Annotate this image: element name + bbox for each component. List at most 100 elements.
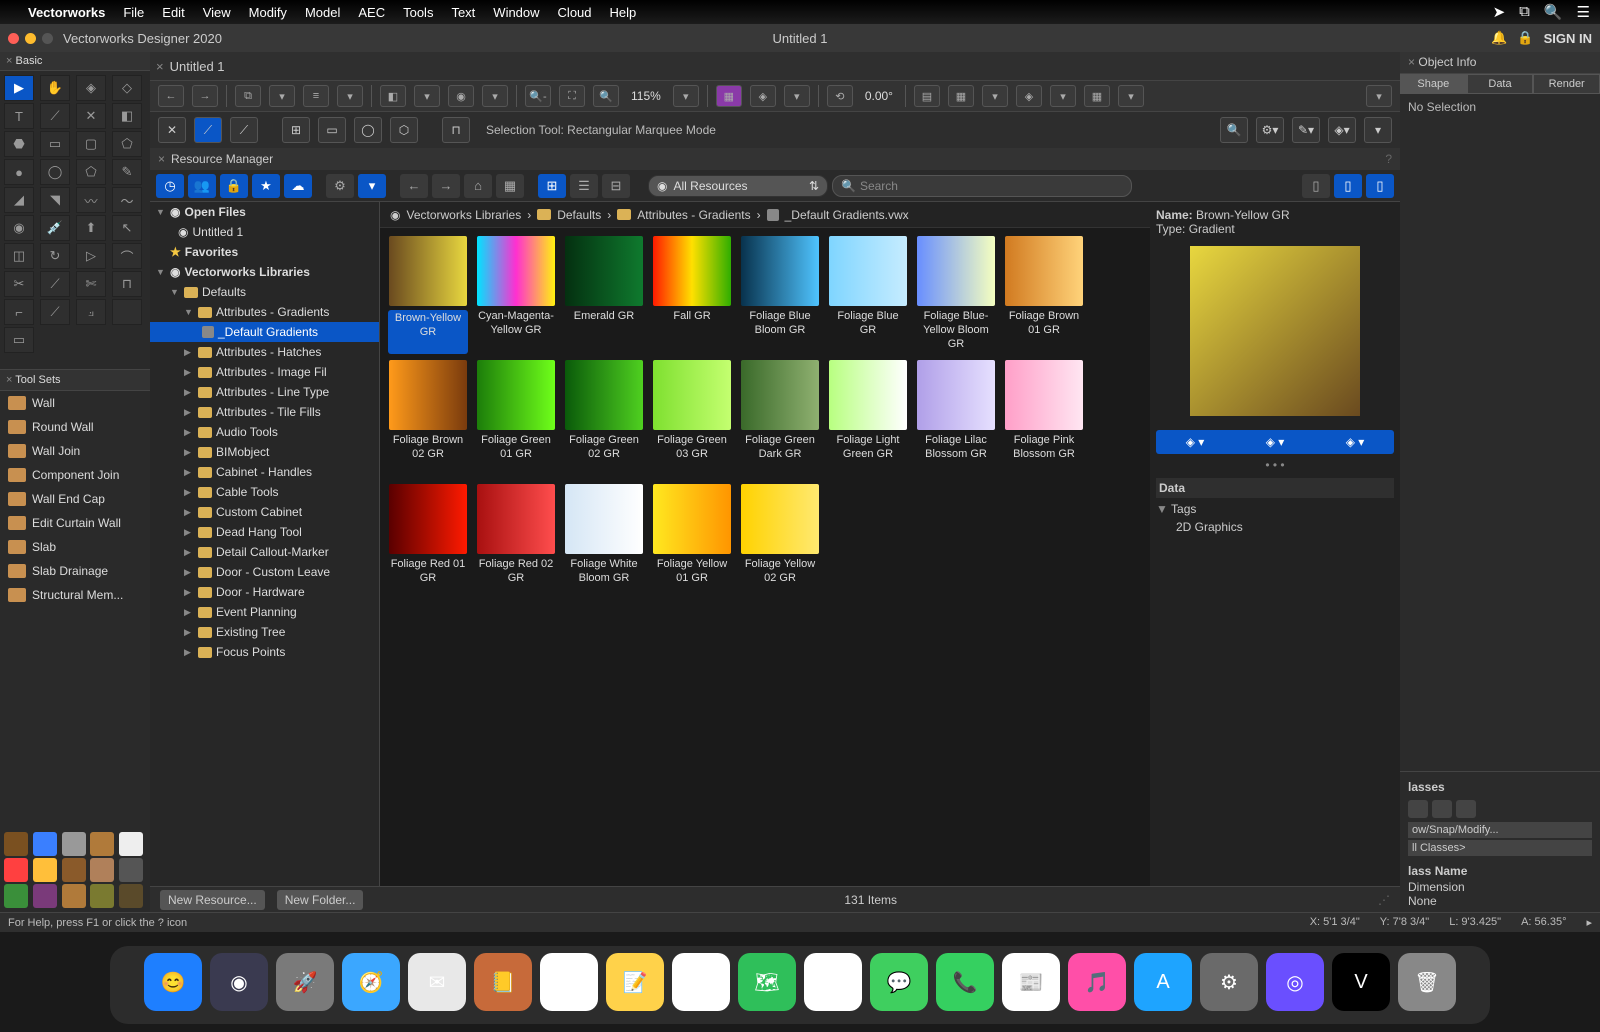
toolset-button[interactable] (119, 858, 143, 882)
polygon-tool[interactable]: ⬠ (112, 131, 142, 157)
tree-folder[interactable]: ▶ Focus Points (150, 642, 379, 662)
menu-view[interactable]: View (203, 5, 231, 20)
eyedropper-tool[interactable]: 💉 (40, 215, 70, 241)
tags-row[interactable]: Tags (1171, 502, 1196, 516)
close-tab-icon[interactable]: × (156, 59, 164, 74)
crumb-0[interactable]: Vectorworks Libraries (406, 208, 521, 222)
dock-app-icon[interactable]: ✉ (408, 953, 466, 1011)
dock-app-icon[interactable]: 📒 (474, 953, 532, 1011)
zoom-fit-icon[interactable]: ⛶ (559, 85, 585, 107)
tree-folder[interactable]: ▶ Existing Tree (150, 622, 379, 642)
toolset-button[interactable] (62, 858, 86, 882)
tree-default-gradients[interactable]: _Default Gradients (150, 322, 379, 342)
flyover-tool[interactable]: ◈ (76, 75, 106, 101)
gradient-item[interactable]: Fall GR (652, 236, 732, 354)
overflow2-icon[interactable]: ▾ (1364, 117, 1392, 143)
spotlight-icon[interactable]: 🔍 (1544, 3, 1563, 21)
toolset-button[interactable] (119, 884, 143, 908)
dock-app-icon[interactable]: 📞 (936, 953, 994, 1011)
menu-model[interactable]: Model (305, 5, 340, 20)
gradient-item[interactable]: Foliage Yellow 02 GR (740, 484, 820, 602)
stack-icon[interactable]: ▤ (914, 85, 940, 107)
notification-center-icon[interactable]: ☰ (1577, 3, 1590, 21)
tree-folder[interactable]: ▶ Attributes - Tile Fills (150, 402, 379, 422)
gradient-item[interactable]: Foliage Brown 02 GR (388, 360, 468, 478)
nav-fwd-icon[interactable]: → (192, 85, 218, 107)
rm-filter-dropdown[interactable]: ◉ All Resources ⇅ (648, 175, 828, 197)
menu-tools[interactable]: Tools (403, 5, 433, 20)
tree-folder[interactable]: ▶ Custom Cabinet (150, 502, 379, 522)
gradient-item[interactable]: Foliage Green Dark GR (740, 360, 820, 478)
circle-tool[interactable]: ● (4, 159, 34, 185)
gradient-item[interactable]: Foliage Light Green GR (828, 360, 908, 478)
rm-star-icon[interactable]: ★ (252, 174, 280, 198)
help-icon[interactable]: ? (1385, 152, 1392, 166)
unified-dropdown[interactable]: ▾ (982, 85, 1008, 107)
render-icon[interactable]: ◉ (448, 85, 474, 107)
gradient-item[interactable]: Foliage White Bloom GR (564, 484, 644, 602)
rotate-plan-icon[interactable]: ⟲ (827, 85, 853, 107)
dock-app-icon[interactable]: ⚙ (1200, 953, 1258, 1011)
line-tool[interactable]: ⟋ (40, 103, 70, 129)
spiral-tool[interactable]: 〜 (112, 187, 142, 213)
rm-gear-icon[interactable]: ⚙ (326, 174, 354, 198)
settings-gear-icon[interactable]: ⚙▾ (1256, 117, 1284, 143)
tree-folder[interactable]: ▶ Audio Tools (150, 422, 379, 442)
zoom-value[interactable]: 115% (627, 89, 665, 103)
toolset-button[interactable] (4, 884, 28, 908)
crumb-2[interactable]: Attributes - Gradients (637, 208, 750, 222)
zoom-tool[interactable]: ◇ (112, 75, 142, 101)
toolset-button[interactable] (90, 832, 114, 856)
rm-panel-mid-icon[interactable]: ▯ (1334, 174, 1362, 198)
dock-app-icon[interactable]: V (1332, 953, 1390, 1011)
class-dimension[interactable]: Dimension (1408, 880, 1592, 894)
tree-folder[interactable]: ▶ Detail Callout-Marker (150, 542, 379, 562)
double-line-tool[interactable]: ⬣ (4, 131, 34, 157)
rm-gear-dropdown[interactable]: ▾ (358, 174, 386, 198)
mode-5[interactable]: ▭ (318, 117, 346, 143)
maximize-window-icon[interactable] (42, 33, 53, 44)
zoom-out-icon[interactable]: 🔍- (525, 85, 551, 107)
nav-back-icon[interactable]: ← (158, 85, 184, 107)
rm-list-view-icon[interactable]: ☰ (570, 174, 598, 198)
gradient-item[interactable]: Foliage Pink Blossom GR (1004, 360, 1084, 478)
wand-icon[interactable]: ✎▾ (1292, 117, 1320, 143)
angle-value[interactable]: 0.00° (861, 89, 897, 103)
status-handle-icon[interactable]: ▸ (1586, 916, 1592, 929)
mirror-tool[interactable]: ◫ (4, 243, 34, 269)
class-icon-3[interactable] (1456, 800, 1476, 818)
region-tool[interactable]: ▭ (4, 327, 34, 353)
menu-help[interactable]: Help (610, 5, 637, 20)
layer-dropdown[interactable]: ▾ (269, 85, 295, 107)
working-plane-icon[interactable]: ▦ (716, 85, 742, 107)
new-folder-button[interactable]: New Folder... (277, 890, 364, 910)
dock-app-icon[interactable]: ◉ (210, 953, 268, 1011)
dock-app-icon[interactable]: 📰 (1002, 953, 1060, 1011)
class-icon-1[interactable] (1408, 800, 1428, 818)
toolset-item[interactable]: Component Join (0, 463, 150, 487)
tree-folder[interactable]: ▶ Door - Hardware (150, 582, 379, 602)
class-icon-2[interactable] (1432, 800, 1452, 818)
rm-column-view-icon[interactable]: ⊟ (602, 174, 630, 198)
toolset-item[interactable]: Slab Drainage (0, 559, 150, 583)
preview-btn-1[interactable]: ◈ ▾ (1156, 430, 1234, 454)
split-tool[interactable]: ⟋ (40, 271, 70, 297)
layers-icon[interactable]: ≡ (303, 85, 329, 107)
menu-modify[interactable]: Modify (249, 5, 287, 20)
rectangle-tool[interactable]: ▭ (40, 131, 70, 157)
class-dropdown[interactable]: ▾ (337, 85, 363, 107)
crumb-3[interactable]: _Default Gradients.vwx (785, 208, 909, 222)
search-tool-icon[interactable]: 🔍 (1220, 117, 1248, 143)
gradient-item[interactable]: Foliage Blue Bloom GR (740, 236, 820, 354)
tag-item[interactable]: 2D Graphics (1156, 520, 1394, 534)
overflow-icon[interactable]: ▾ (1366, 85, 1392, 107)
dock-app-icon[interactable]: 🖼 (804, 953, 862, 1011)
selection-tool[interactable]: ▶ (4, 75, 34, 101)
dock-app-icon[interactable]: 🧭 (342, 953, 400, 1011)
toolset-item[interactable]: Structural Mem... (0, 583, 150, 607)
scissors-tool[interactable]: ✄ (76, 271, 106, 297)
dock-app-icon[interactable]: 💬 (870, 953, 928, 1011)
menu-aec[interactable]: AEC (358, 5, 385, 20)
crumb-1[interactable]: Defaults (557, 208, 601, 222)
rm-back-icon[interactable]: ← (400, 174, 428, 198)
